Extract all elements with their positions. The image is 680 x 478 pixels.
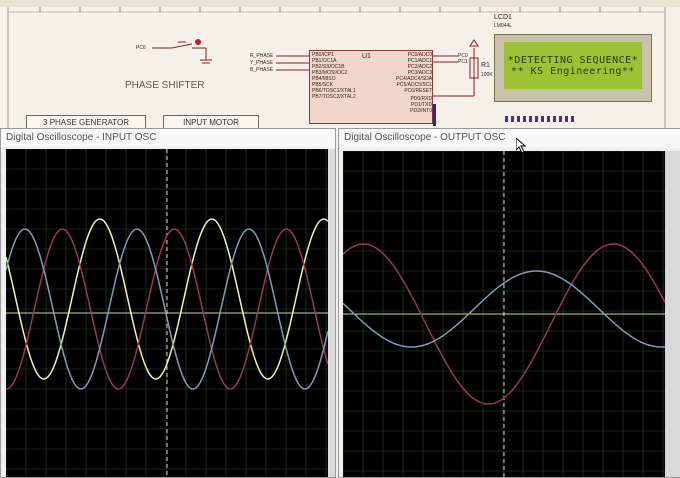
output-osc-title: Digital Oscilloscope - OUTPUT OSC: [339, 129, 680, 147]
lcd-line-2: ** KS Engineering**: [511, 65, 635, 77]
lcd-line-1: *DETECTING SEQUENCE*: [507, 54, 639, 66]
input-osc-side-panel[interactable]: [328, 149, 335, 477]
phase-shifter-label: PHASE SHIFTER: [125, 80, 205, 91]
pc6-label: PC6: [136, 45, 146, 51]
r1-value: 100K: [481, 72, 493, 78]
mouse-cursor-icon: [516, 138, 527, 154]
ic-pins-left: PB0/ICP1 PB1/OC1A PB2/SS/OC1B PB3/MOSI/O…: [312, 52, 356, 100]
output-osc-screen[interactable]: [343, 151, 665, 477]
r1-label: R1: [481, 62, 490, 69]
r-phase-label: R_PHASE: [250, 53, 274, 59]
output-osc-side-panel[interactable]: [665, 151, 680, 477]
input-osc-screen[interactable]: [6, 149, 328, 477]
output-osc-plot: [343, 151, 665, 477]
ic-pins-right: PC0/ADC0 PC1/ADC1 PC2/ADC2 PC3/ADC3 PC4/…: [396, 52, 433, 114]
input-osc-title: Digital Oscilloscope - INPUT OSC: [1, 129, 335, 147]
output-osc-window[interactable]: Digital Oscilloscope - OUTPUT OSC: [338, 128, 680, 478]
y-phase-label: Y_PHASE: [250, 60, 274, 66]
input-osc-window[interactable]: Digital Oscilloscope - INPUT OSC: [0, 128, 336, 478]
output-osc-trace-magenta: [343, 243, 665, 405]
b-phase-label: B_PHASE: [250, 67, 274, 73]
pc1-label: PC1: [458, 59, 468, 65]
ic-name: U1: [362, 53, 371, 60]
lcd-model: LM044L: [494, 23, 513, 29]
lcd-name: LCD1: [494, 14, 512, 21]
input-osc-plot: [6, 149, 328, 477]
lcd-display: *DETECTING SEQUENCE* ** KS Engineering**: [504, 42, 642, 89]
